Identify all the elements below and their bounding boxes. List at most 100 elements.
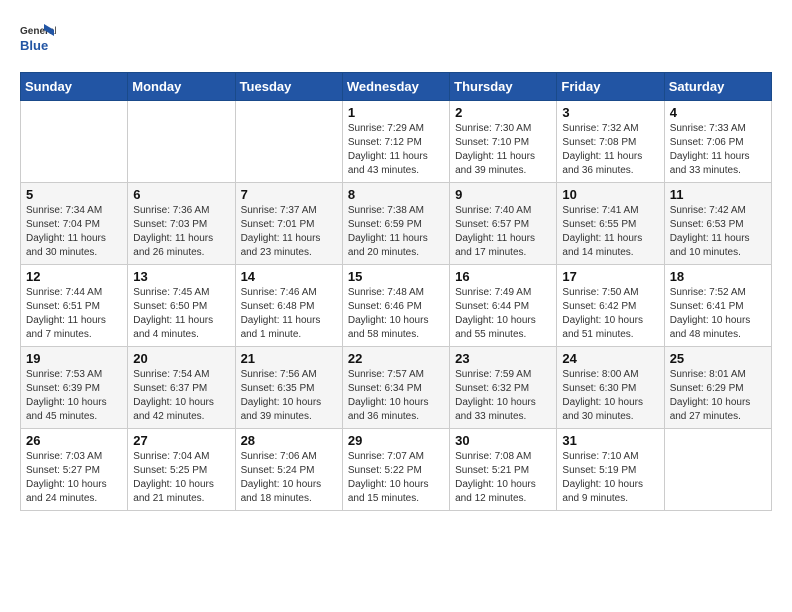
calendar-cell: 2Sunrise: 7:30 AM Sunset: 7:10 PM Daylig… [450, 101, 557, 183]
calendar-cell [235, 101, 342, 183]
calendar-cell: 17 Sunrise: 7:50 AM Sunset: 6:42 PM Dayli… [557, 265, 664, 347]
day-number: 15 [348, 269, 444, 284]
svg-text:Blue: Blue [20, 38, 48, 53]
day-number: 23 [455, 351, 551, 366]
logo-icon: General Blue [20, 20, 56, 56]
day-number: 10 [562, 187, 658, 202]
day-info: Sunrise: 7:10 AM Sunset: 5:19 PM Dayligh… [562, 450, 658, 506]
day-number: 21 [241, 351, 337, 366]
day-info: Sunrise: 8:01 AM Sunset: 6:29 PM Dayligh… [670, 368, 766, 424]
day-info: Sunrise: 7:42 AM Sunset: 6:53 PM Dayligh… [670, 204, 766, 260]
day-number: 11 [670, 187, 766, 202]
day-info: Sunrise: 7:30 AM Sunset: 7:10 PM Dayligh… [455, 122, 551, 178]
day-number: 7 [241, 187, 337, 202]
day-number: 8 [348, 187, 444, 202]
day-info: Sunrise: 7:40 AM Sunset: 6:57 PM Dayligh… [455, 204, 551, 260]
calendar-cell: 20 Sunrise: 7:54 AM Sunset: 6:37 PM Dayli… [128, 347, 235, 429]
calendar-cell: 18 Sunrise: 7:52 AM Sunset: 6:41 PM Dayli… [664, 265, 771, 347]
day-info: Sunrise: 7:48 AM Sunset: 6:46 PM Dayligh… [348, 286, 444, 342]
weekday-header-thursday: Thursday [450, 73, 557, 101]
day-info: Sunrise: 7:44 AM Sunset: 6:51 PM Dayligh… [26, 286, 122, 342]
day-number: 28 [241, 433, 337, 448]
day-number: 12 [26, 269, 122, 284]
day-number: 13 [133, 269, 229, 284]
day-info: Sunrise: 7:56 AM Sunset: 6:35 PM Dayligh… [241, 368, 337, 424]
day-info: Sunrise: 7:49 AM Sunset: 6:44 PM Dayligh… [455, 286, 551, 342]
calendar-cell: 12 Sunrise: 7:44 AM Sunset: 6:51 PM Dayli… [21, 265, 128, 347]
calendar-cell: 24 Sunrise: 8:00 AM Sunset: 6:30 PM Dayli… [557, 347, 664, 429]
day-number: 1 [348, 105, 444, 120]
week-row-4: 19 Sunrise: 7:53 AM Sunset: 6:39 PM Dayli… [21, 347, 772, 429]
day-info: Sunrise: 7:32 AM Sunset: 7:08 PM Dayligh… [562, 122, 658, 178]
day-info: Sunrise: 7:46 AM Sunset: 6:48 PM Dayligh… [241, 286, 337, 342]
day-number: 9 [455, 187, 551, 202]
calendar-cell: 29Sunrise: 7:07 AM Sunset: 5:22 PM Dayli… [342, 429, 449, 511]
calendar-cell: 1 Sunrise: 7:29 AM Sunset: 7:12 PM Daylig… [342, 101, 449, 183]
weekday-header-monday: Monday [128, 73, 235, 101]
day-info: Sunrise: 7:54 AM Sunset: 6:37 PM Dayligh… [133, 368, 229, 424]
weekday-header-wednesday: Wednesday [342, 73, 449, 101]
calendar-cell: 28Sunrise: 7:06 AM Sunset: 5:24 PM Dayli… [235, 429, 342, 511]
day-number: 16 [455, 269, 551, 284]
weekday-header-friday: Friday [557, 73, 664, 101]
day-info: Sunrise: 7:38 AM Sunset: 6:59 PM Dayligh… [348, 204, 444, 260]
day-number: 19 [26, 351, 122, 366]
calendar-cell: 6 Sunrise: 7:36 AM Sunset: 7:03 PM Daylig… [128, 183, 235, 265]
day-info: Sunrise: 7:33 AM Sunset: 7:06 PM Dayligh… [670, 122, 766, 178]
day-number: 20 [133, 351, 229, 366]
calendar-cell: 8 Sunrise: 7:38 AM Sunset: 6:59 PM Daylig… [342, 183, 449, 265]
calendar-cell: 10 Sunrise: 7:41 AM Sunset: 6:55 PM Dayli… [557, 183, 664, 265]
day-number: 27 [133, 433, 229, 448]
day-number: 24 [562, 351, 658, 366]
weekday-header-saturday: Saturday [664, 73, 771, 101]
day-info: Sunrise: 7:37 AM Sunset: 7:01 PM Dayligh… [241, 204, 337, 260]
day-info: Sunrise: 7:45 AM Sunset: 6:50 PM Dayligh… [133, 286, 229, 342]
day-number: 3 [562, 105, 658, 120]
calendar-cell: 27 Sunrise: 7:04 AM Sunset: 5:25 PM Dayli… [128, 429, 235, 511]
day-number: 25 [670, 351, 766, 366]
day-info: Sunrise: 7:50 AM Sunset: 6:42 PM Dayligh… [562, 286, 658, 342]
weekday-header-sunday: Sunday [21, 73, 128, 101]
calendar-cell: 15 Sunrise: 7:48 AM Sunset: 6:46 PM Dayli… [342, 265, 449, 347]
day-info: Sunrise: 7:29 AM Sunset: 7:12 PM Dayligh… [348, 122, 444, 178]
calendar-cell: 5 Sunrise: 7:34 AM Sunset: 7:04 PM Daylig… [21, 183, 128, 265]
calendar-cell: 9 Sunrise: 7:40 AM Sunset: 6:57 PM Daylig… [450, 183, 557, 265]
day-info: Sunrise: 7:03 AM Sunset: 5:27 PM Dayligh… [26, 450, 122, 506]
calendar-cell: 30Sunrise: 7:08 AM Sunset: 5:21 PM Dayli… [450, 429, 557, 511]
day-number: 31 [562, 433, 658, 448]
calendar-cell: 14Sunrise: 7:46 AM Sunset: 6:48 PM Dayli… [235, 265, 342, 347]
day-number: 22 [348, 351, 444, 366]
calendar-cell: 21 Sunrise: 7:56 AM Sunset: 6:35 PM Dayli… [235, 347, 342, 429]
day-number: 18 [670, 269, 766, 284]
calendar-cell: 31 Sunrise: 7:10 AM Sunset: 5:19 PM Dayli… [557, 429, 664, 511]
calendar-cell: 19 Sunrise: 7:53 AM Sunset: 6:39 PM Dayli… [21, 347, 128, 429]
day-info: Sunrise: 7:04 AM Sunset: 5:25 PM Dayligh… [133, 450, 229, 506]
page-header: General Blue [20, 20, 772, 56]
day-number: 17 [562, 269, 658, 284]
day-info: Sunrise: 7:53 AM Sunset: 6:39 PM Dayligh… [26, 368, 122, 424]
day-number: 26 [26, 433, 122, 448]
calendar-cell: 22 Sunrise: 7:57 AM Sunset: 6:34 PM Dayli… [342, 347, 449, 429]
calendar-cell: 25 Sunrise: 8:01 AM Sunset: 6:29 PM Dayli… [664, 347, 771, 429]
calendar-cell: 16 Sunrise: 7:49 AM Sunset: 6:44 PM Dayli… [450, 265, 557, 347]
day-info: Sunrise: 7:41 AM Sunset: 6:55 PM Dayligh… [562, 204, 658, 260]
calendar-cell: 4 Sunrise: 7:33 AM Sunset: 7:06 PM Daylig… [664, 101, 771, 183]
day-number: 6 [133, 187, 229, 202]
day-number: 4 [670, 105, 766, 120]
day-info: Sunrise: 7:52 AM Sunset: 6:41 PM Dayligh… [670, 286, 766, 342]
day-number: 30 [455, 433, 551, 448]
day-info: Sunrise: 7:34 AM Sunset: 7:04 PM Dayligh… [26, 204, 122, 260]
calendar-cell [21, 101, 128, 183]
day-info: Sunrise: 7:57 AM Sunset: 6:34 PM Dayligh… [348, 368, 444, 424]
week-row-1: 1 Sunrise: 7:29 AM Sunset: 7:12 PM Daylig… [21, 101, 772, 183]
day-number: 5 [26, 187, 122, 202]
day-info: Sunrise: 8:00 AM Sunset: 6:30 PM Dayligh… [562, 368, 658, 424]
calendar-cell: 3 Sunrise: 7:32 AM Sunset: 7:08 PM Daylig… [557, 101, 664, 183]
calendar-cell: 23Sunrise: 7:59 AM Sunset: 6:32 PM Dayli… [450, 347, 557, 429]
day-info: Sunrise: 7:36 AM Sunset: 7:03 PM Dayligh… [133, 204, 229, 260]
calendar-cell: 11 Sunrise: 7:42 AM Sunset: 6:53 PM Dayli… [664, 183, 771, 265]
week-row-2: 5 Sunrise: 7:34 AM Sunset: 7:04 PM Daylig… [21, 183, 772, 265]
calendar-cell [128, 101, 235, 183]
calendar-table: SundayMondayTuesdayWednesdayThursdayFrid… [20, 72, 772, 511]
calendar-cell: 7 Sunrise: 7:37 AM Sunset: 7:01 PM Daylig… [235, 183, 342, 265]
